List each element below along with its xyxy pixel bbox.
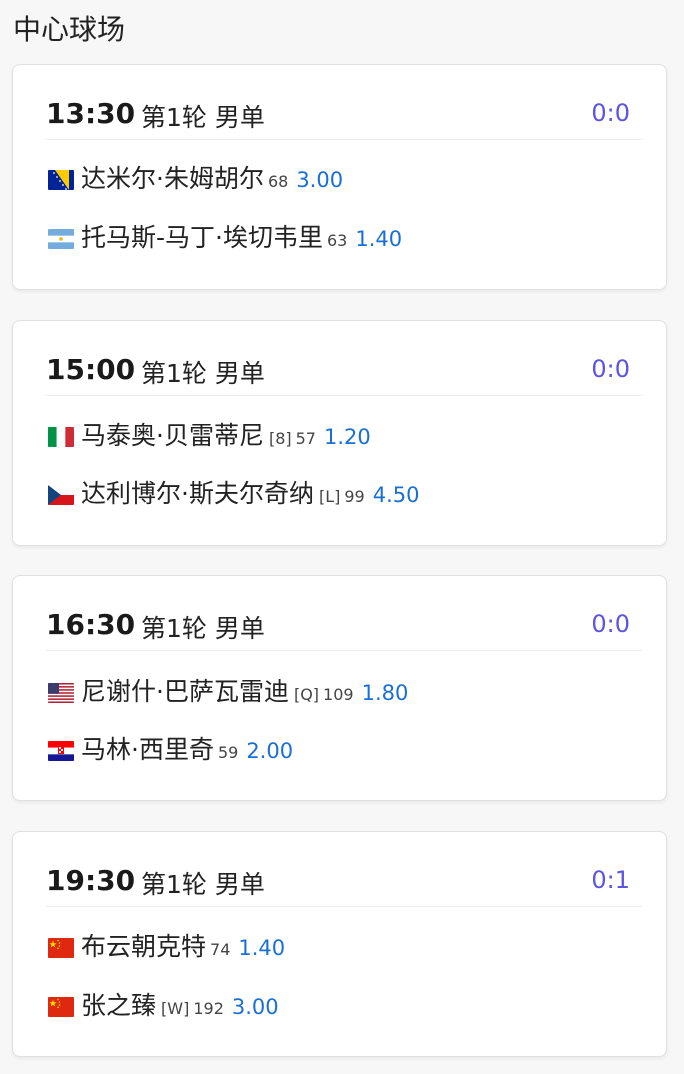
player-name: 张之臻: [81, 991, 157, 1020]
player-seed: [L]: [318, 487, 341, 506]
argentina-flag-icon: [48, 229, 74, 249]
court-title: 中心球场: [13, 13, 126, 46]
match-score: 0:0: [591, 99, 630, 127]
match-score: 0:0: [591, 610, 630, 638]
player-rank: 68: [267, 172, 289, 191]
player-row[interactable]: 达米尔·朱姆胡尔 68 3.00: [48, 159, 343, 199]
croatia-flag-icon: [48, 741, 74, 761]
match-time: 15:00: [46, 353, 136, 386]
player-row[interactable]: 张之臻 [W] 192 3.00: [48, 986, 279, 1026]
match-card[interactable]: 16:30 第1轮 男单 0:0 尼谢什·巴萨瓦雷迪 [Q] 109 1.80 …: [12, 575, 667, 801]
player-seed: [8]: [268, 429, 292, 448]
match-time: 13:30: [46, 97, 136, 130]
czech-flag-icon: [48, 485, 74, 505]
match-card[interactable]: 19:30 第1轮 男单 0:1 布云朝克特 74 1.40 张之臻 [W] 1…: [12, 831, 667, 1057]
italy-flag-icon: [48, 427, 74, 447]
china-flag-icon: [48, 997, 74, 1017]
match-round: 第1轮 男单: [141, 870, 265, 899]
player-row[interactable]: 马泰奥·贝雷蒂尼 [8] 57 1.20: [48, 416, 371, 456]
player-odds[interactable]: 1.80: [362, 681, 409, 705]
player-name: 达米尔·朱姆胡尔: [81, 164, 264, 193]
match-score: 0:1: [591, 866, 630, 894]
match-round: 第1轮 男单: [141, 614, 265, 643]
player-row[interactable]: 马林·西里奇 59 2.00: [48, 730, 293, 770]
player-rank: 109: [323, 685, 354, 704]
match-header: 19:30 第1轮 男单 0:1: [46, 850, 642, 907]
player-rank: 192: [193, 999, 224, 1018]
player-seed: [W]: [161, 999, 190, 1018]
player-rank: 63: [326, 231, 348, 250]
player-odds[interactable]: 1.40: [238, 936, 285, 960]
match-time: 16:30: [46, 608, 136, 641]
match-header: 15:00 第1轮 男单 0:0: [46, 339, 642, 396]
player-row[interactable]: 布云朝克特 74 1.40: [48, 927, 285, 967]
player-rank: 99: [344, 487, 365, 506]
bosnia-flag-icon: [48, 170, 74, 190]
match-header: 13:30 第1轮 男单 0:0: [46, 83, 642, 140]
player-odds[interactable]: 4.50: [373, 483, 420, 507]
player-odds[interactable]: 3.00: [296, 168, 343, 192]
match-time: 19:30: [46, 864, 136, 897]
player-name: 托马斯-马丁·埃切韦里: [81, 223, 323, 252]
player-row[interactable]: 达利博尔·斯夫尔奇纳 [L] 99 4.50: [48, 474, 419, 514]
match-header: 16:30 第1轮 男单 0:0: [46, 594, 642, 651]
match-score: 0:0: [591, 355, 630, 383]
player-rank: 57: [295, 429, 316, 448]
player-odds[interactable]: 1.20: [324, 425, 371, 449]
player-row[interactable]: 尼谢什·巴萨瓦雷迪 [Q] 109 1.80: [48, 672, 408, 712]
match-round: 第1轮 男单: [141, 359, 265, 388]
usa-flag-icon: [48, 683, 74, 703]
match-card[interactable]: 13:30 第1轮 男单 0:0 达米尔·朱姆胡尔 68 3.00 托马斯-马丁…: [12, 64, 667, 290]
player-rank: 74: [210, 940, 231, 959]
match-round: 第1轮 男单: [141, 103, 265, 132]
player-odds[interactable]: 3.00: [232, 995, 279, 1019]
player-name: 马林·西里奇: [81, 735, 214, 764]
player-seed: [Q]: [293, 685, 320, 704]
player-name: 达利博尔·斯夫尔奇纳: [81, 479, 314, 508]
player-name: 马泰奥·贝雷蒂尼: [81, 421, 264, 450]
player-rank: 59: [217, 743, 239, 762]
player-odds[interactable]: 2.00: [246, 739, 293, 763]
player-row[interactable]: 托马斯-马丁·埃切韦里 63 1.40: [48, 218, 402, 258]
match-card[interactable]: 15:00 第1轮 男单 0:0 马泰奥·贝雷蒂尼 [8] 57 1.20 达利…: [12, 320, 667, 546]
player-name: 尼谢什·巴萨瓦雷迪: [81, 677, 289, 706]
china-flag-icon: [48, 938, 74, 958]
player-name: 布云朝克特: [81, 932, 207, 961]
player-odds[interactable]: 1.40: [355, 227, 402, 251]
